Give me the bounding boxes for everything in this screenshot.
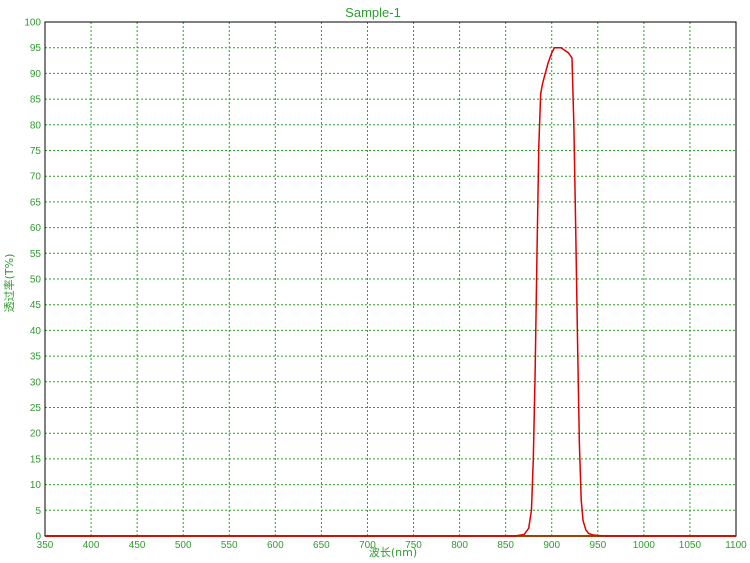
y-tick-label-17: 85 [30,95,42,106]
y-tick-label-16: 80 [30,120,42,131]
y-tick-label-13: 65 [30,197,42,208]
y-tick-label-14: 70 [30,172,42,183]
x-tick-label-6: 650 [313,540,330,551]
y-tick-label-4: 20 [30,429,42,440]
y-tick-label-12: 60 [30,223,42,234]
y-tick-label-5: 25 [30,403,42,414]
y-tick-labels: 0510152025303540455055606570758085909510… [24,18,41,543]
chart-title: Sample-1 [345,5,401,20]
x-tick-label-10: 850 [497,540,514,551]
transmittance-chart: Sample-1 0510152025303540455055606570758… [2,5,747,559]
x-tick-label-0: 350 [37,540,54,551]
x-axis-label: 波长(nm) [369,546,417,559]
x-tick-label-9: 800 [451,540,468,551]
x-tick-label-13: 1000 [633,540,656,551]
x-tick-label-12: 950 [589,540,606,551]
x-tick-label-5: 600 [267,540,284,551]
y-tick-label-2: 10 [30,480,42,491]
y-tick-label-18: 90 [30,69,42,80]
x-tick-label-14: 1050 [679,540,702,551]
y-tick-label-1: 5 [35,506,41,517]
y-tick-label-10: 50 [30,275,42,286]
y-tick-label-20: 100 [24,18,41,29]
y-tick-label-8: 40 [30,326,42,337]
y-axis-label: 透过率(T%) [2,254,16,313]
x-tick-label-3: 500 [175,540,192,551]
y-tick-label-19: 95 [30,43,42,54]
y-tick-label-15: 75 [30,146,42,157]
y-tick-label-9: 45 [30,300,42,311]
x-tick-label-11: 900 [543,540,560,551]
y-tick-label-3: 15 [30,454,42,465]
series-line-transmittance [45,46,736,537]
x-tick-label-1: 400 [83,540,100,551]
y-tick-label-7: 35 [30,352,42,363]
x-tick-label-15: 1100 [725,540,747,551]
y-tick-label-11: 55 [30,249,42,260]
x-tick-label-2: 450 [129,540,146,551]
x-tick-label-4: 550 [221,540,238,551]
grid [45,22,736,536]
y-tick-label-6: 30 [30,377,42,388]
